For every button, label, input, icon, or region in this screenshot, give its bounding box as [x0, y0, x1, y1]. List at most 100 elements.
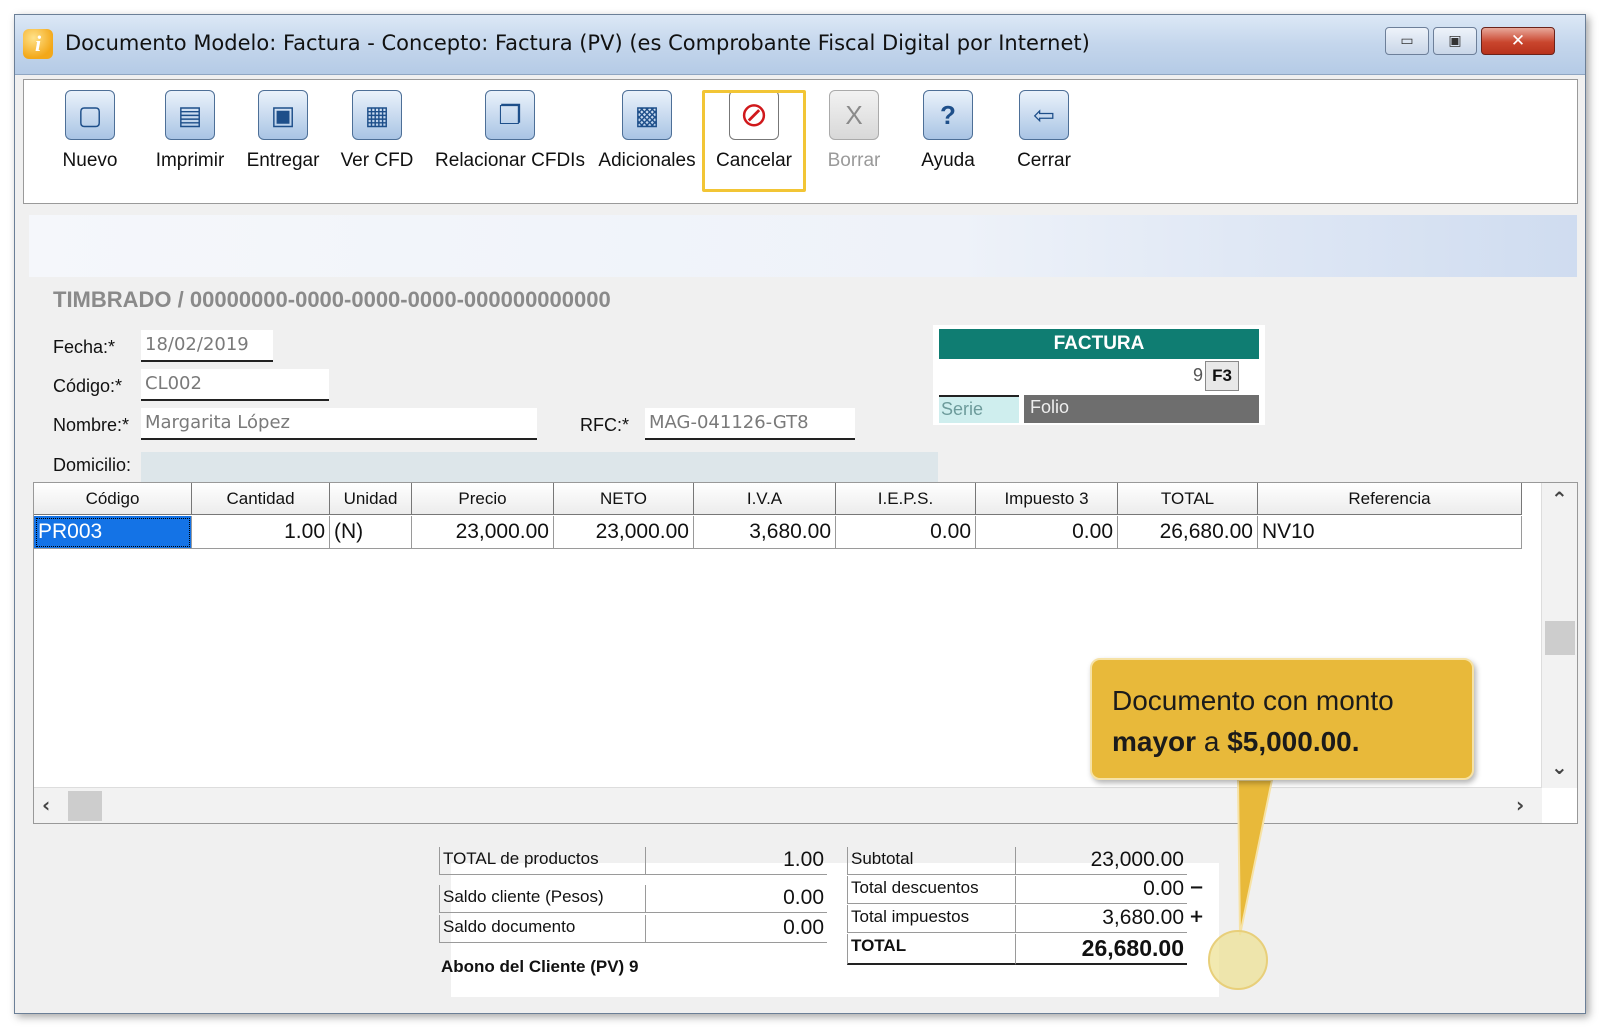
borrar-label: Borrar	[827, 150, 881, 171]
ayuda-label: Ayuda	[921, 150, 975, 171]
cell-ieps[interactable]: 0.00	[836, 516, 976, 549]
descuentos-value: 0.00	[1015, 876, 1187, 904]
cell-referencia[interactable]: NV10	[1258, 516, 1522, 549]
nuevo-button[interactable]: ▢ Nuevo	[50, 86, 130, 186]
cell-unidad[interactable]: (N)	[330, 516, 412, 549]
cerrar-label: Cerrar	[1017, 150, 1071, 171]
cerrar-button[interactable]: ⇦ Cerrar	[1004, 86, 1084, 186]
vertical-scroll-thumb[interactable]	[1545, 621, 1575, 655]
saldo-cliente-label: Saldo cliente (Pesos)	[439, 885, 645, 913]
callout-line1: Documento con monto	[1112, 685, 1394, 716]
col-iva[interactable]: I.V.A	[694, 483, 836, 515]
horizontal-scroll-thumb[interactable]	[68, 791, 102, 821]
total-productos-value: 1.00	[645, 847, 827, 875]
subtotal-value: 23,000.00	[1015, 847, 1187, 875]
scroll-right-icon[interactable]: ›	[1516, 793, 1524, 817]
ver-cfd-button[interactable]: ▦ Ver CFD	[332, 86, 422, 186]
app-window: i Documento Modelo: Factura - Concepto: …	[14, 14, 1586, 1014]
f3-button[interactable]: F3	[1205, 361, 1239, 391]
relate-cfdi-icon: ❐	[485, 90, 535, 140]
col-unidad[interactable]: Unidad	[330, 483, 412, 515]
scroll-down-icon[interactable]: ⌄	[1551, 755, 1568, 779]
vertical-scrollbar[interactable]: ⌃ ⌄	[1541, 483, 1577, 788]
callout-bold-mayor: mayor	[1112, 726, 1197, 757]
scroll-up-icon[interactable]: ⌃	[1551, 487, 1568, 511]
horizontal-scrollbar[interactable]: ‹ ›	[34, 787, 1542, 823]
adicionales-label: Adicionales	[598, 150, 696, 171]
cancelar-highlight	[702, 90, 806, 192]
subtotal-label: Subtotal	[847, 847, 1015, 875]
callout-bold-amount: $5,000.00.	[1227, 726, 1360, 757]
saldo-documento-label: Saldo documento	[439, 915, 645, 943]
help-icon: ?	[923, 90, 973, 140]
plus-sign: +	[1189, 906, 1205, 927]
col-ieps[interactable]: I.E.P.S.	[836, 483, 976, 515]
col-precio[interactable]: Precio	[412, 483, 554, 515]
rfc-field[interactable]: MAG-041126-GT8	[645, 408, 855, 440]
ayuda-button[interactable]: ? Ayuda	[908, 86, 988, 186]
fecha-label: Fecha:*	[53, 337, 116, 357]
serie-field[interactable]: Serie	[939, 395, 1019, 423]
rfc-label: RFC:*	[580, 415, 629, 435]
minus-sign: −	[1189, 877, 1205, 898]
cell-cantidad[interactable]: 1.00	[192, 516, 330, 549]
new-doc-icon: ▢	[65, 90, 115, 140]
col-cantidad[interactable]: Cantidad	[192, 483, 330, 515]
timbrado-label: TIMBRADO / 00000000-0000-0000-0000-00000…	[53, 287, 611, 312]
relacionar-label: Relacionar CFDIs	[435, 150, 585, 171]
title-bar[interactable]: i Documento Modelo: Factura - Concepto: …	[15, 15, 1585, 75]
relacionar-cfdis-button[interactable]: ❐ Relacionar CFDIs	[428, 86, 592, 186]
callout-mid: a	[1196, 726, 1228, 757]
cell-impuesto3[interactable]: 0.00	[976, 516, 1118, 549]
nuevo-label: Nuevo	[62, 150, 118, 171]
delete-icon: X	[829, 90, 879, 140]
col-codigo[interactable]: Código	[34, 483, 192, 515]
borrar-button[interactable]: X Borrar	[814, 86, 894, 186]
imprimir-label: Imprimir	[155, 150, 225, 171]
folio-number: 9	[1192, 365, 1203, 385]
maximize-button[interactable]: ▣	[1433, 27, 1477, 55]
saldo-cliente-value: 0.00	[645, 885, 827, 913]
scroll-left-icon[interactable]: ‹	[42, 793, 50, 817]
cell-neto[interactable]: 23,000.00	[554, 516, 694, 549]
cell-total[interactable]: 26,680.00	[1118, 516, 1258, 549]
factura-panel: FACTURA 9 F3 Serie Folio	[933, 325, 1265, 425]
total-value: 26,680.00	[1015, 934, 1187, 965]
printer-icon: ▤	[165, 90, 215, 140]
callout-tooltip: Documento con monto mayor a $5,000.00.	[1090, 658, 1474, 780]
nombre-field[interactable]: Margarita López	[141, 408, 537, 440]
folio-field[interactable]: Folio	[1024, 395, 1259, 423]
entregar-label: Entregar	[246, 150, 320, 171]
codigo-label: Código:*	[53, 376, 123, 396]
total-label: TOTAL	[847, 934, 1015, 965]
descuentos-label: Total descuentos	[847, 876, 1015, 904]
total-productos-label: TOTAL de productos	[439, 847, 645, 875]
toolbar: ▢ Nuevo ▤ Imprimir ▣ Entregar ▦ Ver CFD …	[23, 79, 1578, 204]
col-referencia[interactable]: Referencia	[1258, 483, 1522, 515]
table-row[interactable]: PR003 1.00 (N) 23,000.00 23,000.00 3,680…	[34, 516, 1522, 549]
imprimir-button[interactable]: ▤ Imprimir	[150, 86, 230, 186]
grid-header: Código Cantidad Unidad Precio NETO I.V.A…	[34, 483, 1522, 515]
factura-header: FACTURA	[939, 329, 1259, 359]
impuestos-label: Total impuestos	[847, 905, 1015, 933]
adicionales-button[interactable]: ▩ Adicionales	[592, 86, 702, 186]
domicilio-field[interactable]	[141, 452, 938, 484]
col-impuesto3[interactable]: Impuesto 3	[976, 483, 1118, 515]
cell-precio[interactable]: 23,000.00	[412, 516, 554, 549]
codigo-field[interactable]: CL002	[141, 369, 329, 401]
col-neto[interactable]: NETO	[554, 483, 694, 515]
col-total[interactable]: TOTAL	[1118, 483, 1258, 515]
minimize-button[interactable]: ▭	[1385, 27, 1429, 55]
additional-icon: ▩	[622, 90, 672, 140]
deliver-icon: ▣	[258, 90, 308, 140]
abono-cliente-label: Abono del Cliente (PV) 9	[441, 957, 639, 976]
close-button[interactable]: ✕	[1481, 27, 1555, 55]
ver-cfd-label: Ver CFD	[340, 150, 414, 171]
entregar-button[interactable]: ▣ Entregar	[238, 86, 328, 186]
cell-iva[interactable]: 3,680.00	[694, 516, 836, 549]
nombre-label: Nombre:*	[53, 415, 130, 435]
saldo-documento-value: 0.00	[645, 915, 827, 943]
cell-codigo[interactable]: PR003	[34, 516, 192, 549]
fecha-field[interactable]: 18/02/2019	[141, 330, 273, 362]
app-icon: i	[23, 29, 53, 59]
